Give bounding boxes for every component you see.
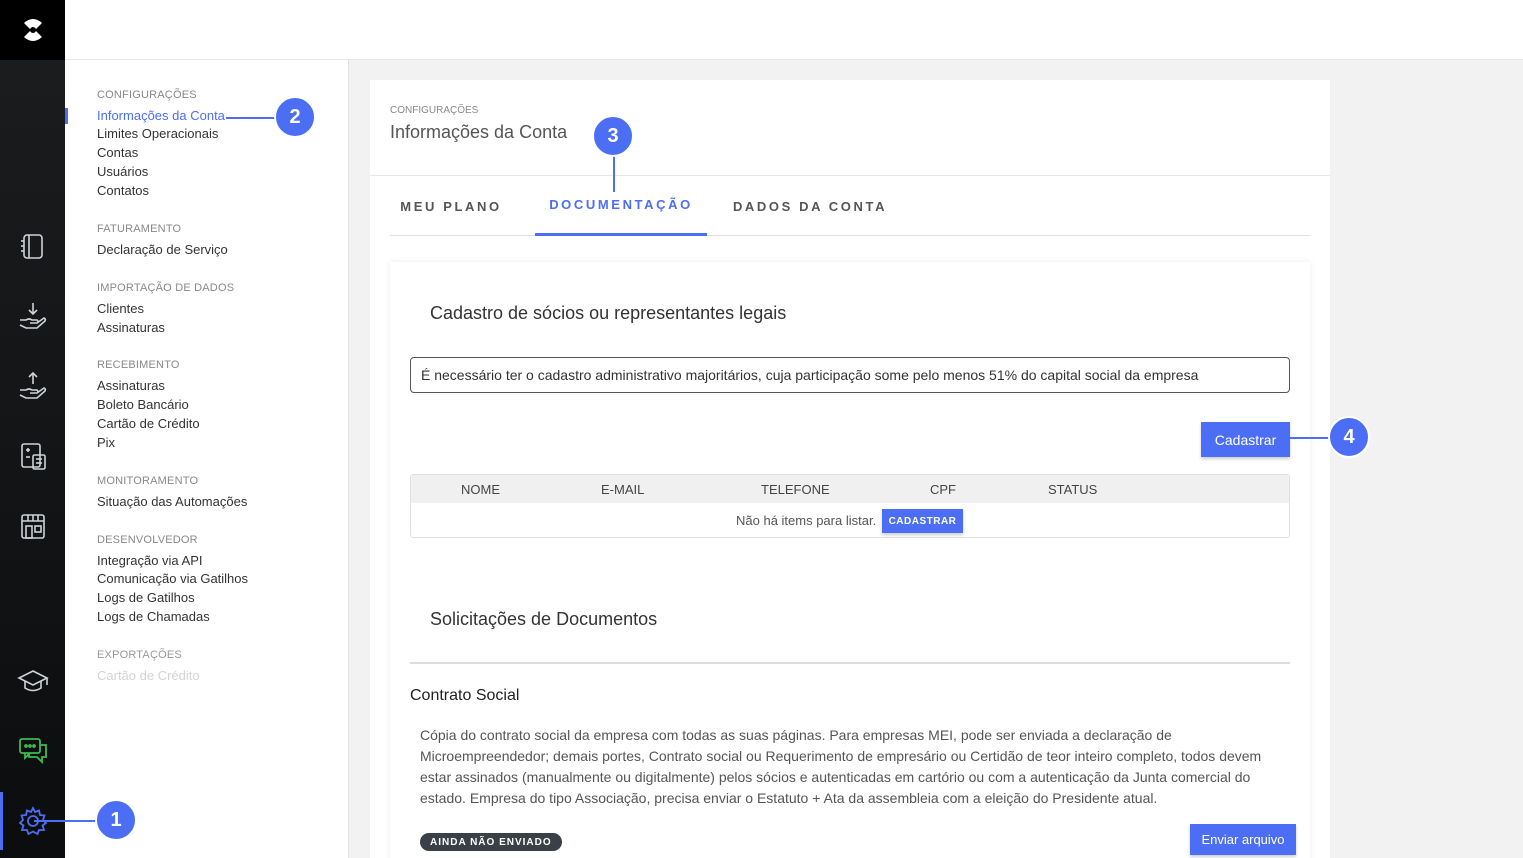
documentation-panel: Cadastro de sócios ou representantes leg… [390,262,1310,858]
hand-receive-icon[interactable] [16,299,50,333]
submenu-item-logs-de-chamadas[interactable]: Logs de Chamadas [97,609,210,624]
page-title: Informações da Conta [390,122,568,142]
submenu-item-clientes[interactable]: Clientes [97,301,144,316]
submenu-heading-importacao: IMPORTAÇÃO DE DADOS [97,282,235,294]
callout-3: 3 [592,115,634,157]
submenu-item-usuarios[interactable]: Usuários [97,164,148,179]
submenu-item-declaracao-de-servico[interactable]: Declaração de Serviço [97,242,228,257]
empty-message: Não há items para listar. [736,513,877,528]
submenu-item-limites-operacionais[interactable]: Limites Operacionais [97,126,218,141]
submenu-item-pix[interactable]: Pix [97,435,115,450]
submenu-item-comunicacao-via-gatilhos[interactable]: Comunicação via Gatilhos [97,571,248,586]
status-badge: AINDA NÃO ENVIADO [420,833,562,851]
tab-dados-da-conta[interactable]: DADOS DA CONTA [726,176,894,236]
submenu-heading-faturamento: FATURAMENTO [97,223,182,235]
table-header: NOME E-MAIL TELEFONE CPF STATUS [411,475,1289,503]
submenu-heading-recebimento: RECEBIMENTO [97,359,180,371]
graduation-cap-icon[interactable] [16,664,50,698]
submenu-item-situacao-das-automacoes[interactable]: Situação das Automações [97,494,247,509]
socios-notice: É necessário ter o cadastro administrati… [410,357,1290,393]
breadcrumb: CONFIGURAÇÕES [390,105,479,116]
submenu-item-informacoes-da-conta[interactable]: Informações da Conta [97,108,225,123]
submenu-item-logs-de-gatilhos[interactable]: Logs de Gatilhos [97,590,195,605]
submenu-item-contatos[interactable]: Contatos [97,183,149,198]
submenu-item-assinaturas-import[interactable]: Assinaturas [97,320,165,335]
submenu-item-assinaturas[interactable]: Assinaturas [97,378,165,393]
submenu-item-cartao-de-credito[interactable]: Cartão de Crédito [97,416,200,431]
socios-section-title: Cadastro de sócios ou representantes leg… [430,303,787,323]
callout-1-line [34,820,100,822]
callout-3-line [613,156,615,192]
chat-icon[interactable] [16,734,50,768]
callout-2: 2 [274,96,316,138]
logo-icon[interactable] [0,0,65,60]
cadastrar-button[interactable]: Cadastrar [1201,422,1290,457]
rail-active-indicator [0,792,3,850]
documents-divider [410,662,1290,664]
left-rail [0,0,65,858]
enviar-arquivo-button[interactable]: Enviar arquivo [1190,824,1296,855]
tab-bar: MEU PLANO DOCUMENTAÇÃO DADOS DA CONTA [390,176,1310,236]
hand-pay-icon[interactable] [16,369,50,403]
submenu-heading-desenvolvedor: DESENVOLVEDOR [97,534,198,546]
callout-4: 4 [1328,416,1370,458]
submenu-item-exportacao-cartao: Cartão de Crédito [97,668,200,683]
contrato-social-title: Contrato Social [410,687,520,704]
column-telefone: TELEFONE [761,482,830,497]
top-bar [65,0,1523,60]
tab-meu-plano[interactable]: MEU PLANO [390,176,512,236]
submenu-item-contas[interactable]: Contas [97,145,138,160]
empty-cadastrar-button[interactable]: CADASTRAR [882,509,963,533]
table-empty-row: Não há items para listar. CADASTRAR [411,509,1289,533]
callout-2-line [226,117,280,119]
calculator-doc-icon[interactable] [16,439,50,473]
store-icon[interactable] [16,509,50,543]
column-nome: NOME [461,482,500,497]
submenu-item-integracao-via-api[interactable]: Integração via API [97,553,203,568]
submenu-active-marker [65,108,68,124]
settings-submenu: CONFIGURAÇÕES Informações da Conta Limit… [65,60,349,858]
submenu-heading-exportacoes: EXPORTAÇÕES [97,649,182,661]
submenu-heading-monitoramento: MONITORAMENTO [97,475,199,487]
notebook-icon[interactable] [16,229,50,263]
column-status: STATUS [1048,482,1098,497]
column-email: E-MAIL [601,482,645,497]
submenu-heading-configuracoes: CONFIGURAÇÕES [97,89,197,101]
main-card: CONFIGURAÇÕES Informações da Conta MEU P… [370,80,1330,858]
documents-section-title: Solicitações de Documentos [430,609,658,629]
tab-documentacao[interactable]: DOCUMENTAÇÃO [535,176,707,236]
callout-1: 1 [95,799,137,841]
column-cpf: CPF [930,482,956,497]
contrato-social-description: Cópia do contrato social da empresa com … [420,727,1262,806]
submenu-item-boleto-bancario[interactable]: Boleto Bancário [97,397,189,412]
socios-table: NOME E-MAIL TELEFONE CPF STATUS Não há i… [410,474,1290,538]
